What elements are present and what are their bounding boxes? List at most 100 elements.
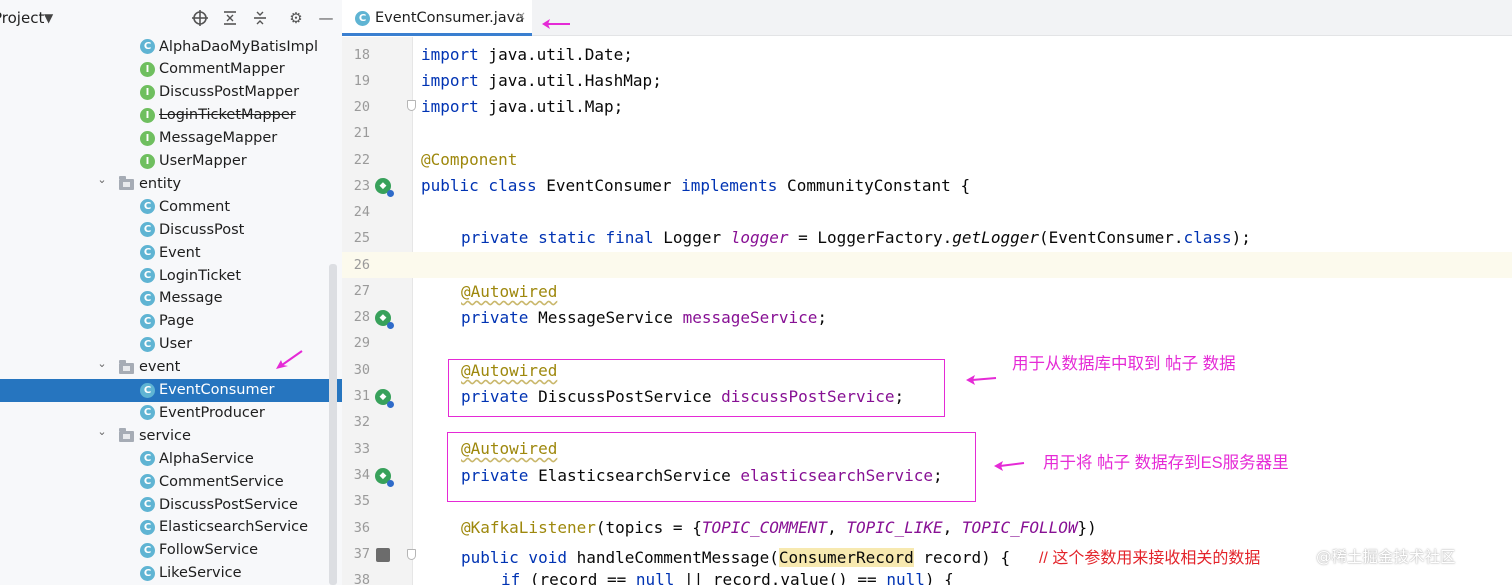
tree-item-row[interactable]: C DiscussPostService — [0, 493, 342, 516]
class-icon: C — [140, 336, 155, 352]
interface-icon: I — [140, 107, 155, 123]
tree-item-row[interactable]: I CommentMapper — [0, 58, 342, 81]
tree-item-label: EventProducer — [159, 404, 265, 421]
tree-item-label: entity — [139, 175, 182, 192]
folder-icon — [119, 428, 134, 443]
tree-item-row[interactable]: C ElasticsearchService — [0, 516, 342, 539]
line-number: 37 — [353, 546, 370, 562]
code-line-25: private static final Logger logger = Log… — [461, 228, 1251, 247]
chevron-down-icon[interactable]: ⌄ — [96, 357, 108, 370]
code-line-36: @KafkaListener(topics = {TOPIC_COMMENT, … — [461, 518, 1097, 537]
line-number: 20 — [353, 99, 370, 115]
interface-icon: I — [140, 61, 155, 77]
bean-gutter-icon[interactable]: ◆ — [375, 310, 394, 329]
tree-item-row[interactable]: C Message — [0, 287, 342, 310]
line-number: 33 — [353, 441, 370, 457]
tree-item-label: EventConsumer — [159, 382, 275, 398]
line-number: 34 — [353, 467, 370, 483]
editor-tab-bar: C EventConsumer.java × — [342, 0, 1512, 36]
minimize-icon[interactable]: — — [317, 9, 335, 27]
tree-item-row[interactable]: C AlphaDaoMyBatisImpl — [0, 35, 342, 58]
class-icon: C — [140, 542, 155, 558]
tree-item-row[interactable]: C Event — [0, 241, 342, 264]
tree-package-row[interactable]: ⌄ entity — [0, 172, 342, 195]
tab-arrow-annotation — [542, 19, 570, 29]
tree-package-row[interactable]: ⌄ service — [0, 424, 342, 447]
annotation-box-discuss — [448, 359, 945, 417]
tab-event-consumer[interactable]: C EventConsumer.java × — [342, 0, 532, 36]
line-number: 36 — [353, 520, 370, 536]
class-icon: C — [140, 519, 155, 535]
chevron-down-icon[interactable]: ▼ — [44, 11, 53, 25]
tree-item-label: Page — [159, 313, 195, 330]
project-panel: Project ▼ ⚙ — CAlphaDaoMyBatisImplIComme… — [0, 0, 342, 585]
tree-item-label: LikeService — [159, 565, 242, 582]
expand-all-icon[interactable] — [221, 9, 239, 27]
listener-gutter-icon[interactable] — [376, 548, 390, 562]
code-line-23: public class EventConsumer implements Co… — [421, 176, 971, 195]
tree-item-row[interactable]: I LoginTicketMapper — [0, 104, 342, 127]
tree-item-label: Event — [159, 244, 201, 261]
close-icon[interactable]: × — [516, 9, 526, 23]
line-number: 19 — [353, 73, 370, 89]
tree-item-label: CommentMapper — [159, 61, 285, 78]
tree-item-row[interactable]: C LikeService — [0, 562, 342, 585]
line-number: 27 — [353, 283, 370, 299]
gear-icon[interactable]: ⚙ — [287, 9, 305, 27]
line-number: 38 — [353, 572, 370, 585]
tree-item-row[interactable]: C EventConsumer — [0, 378, 342, 402]
tree-item-row[interactable]: C CommentService — [0, 470, 342, 493]
class-icon: C — [140, 39, 155, 54]
tree-item-row[interactable]: I DiscussPostMapper — [0, 81, 342, 104]
project-panel-title[interactable]: Project — [0, 9, 44, 27]
line-number: 21 — [353, 125, 370, 141]
bean-gutter-icon[interactable]: ◆ — [375, 389, 394, 408]
class-icon: C — [140, 245, 155, 261]
tree-item-row[interactable]: C Comment — [0, 195, 342, 218]
tree-item-label: CommentService — [159, 473, 284, 490]
class-icon: C — [140, 222, 155, 238]
code-line-18: import java.util.Date; — [421, 45, 633, 64]
interface-icon: I — [140, 153, 155, 169]
code-line-19: import java.util.HashMap; — [421, 71, 662, 90]
tree-item-row[interactable]: C LoginTicket — [0, 264, 342, 287]
line-number: 31 — [353, 388, 370, 404]
folder-icon — [119, 176, 134, 191]
tree-item-row[interactable]: C Page — [0, 310, 342, 333]
class-icon: C — [140, 451, 155, 467]
tree-item-row[interactable]: C AlphaService — [0, 447, 342, 470]
tree-item-row[interactable]: C DiscussPost — [0, 218, 342, 241]
fold-icon[interactable] — [407, 100, 416, 111]
tree-item-row[interactable]: C EventProducer — [0, 401, 342, 424]
class-icon: C — [140, 405, 155, 421]
tree-item-label: DiscussPostMapper — [159, 84, 300, 101]
line-number: 22 — [353, 152, 370, 168]
tree-item-label: service — [139, 427, 191, 444]
target-icon[interactable] — [191, 9, 209, 27]
implementation-gutter-icon[interactable]: ◆ — [375, 178, 394, 197]
watermark: @稀土掘金技术社区 — [1316, 548, 1456, 566]
code-line-28: private MessageService messageService; — [461, 308, 828, 327]
collapse-all-icon[interactable] — [251, 9, 269, 27]
annotation-note-discuss: 用于从数据库中取到 帖子 数据 — [1012, 355, 1236, 373]
annotation-note-elasticsearch: 用于将 帖子 数据存到ES服务器里 — [1043, 454, 1289, 472]
tree-item-label: AlphaDaoMyBatisImpl — [159, 38, 318, 55]
tree-item-label: FollowService — [159, 542, 259, 559]
project-scrollbar[interactable] — [329, 264, 337, 585]
tree-item-label: ElasticsearchService — [159, 519, 309, 536]
fold-icon[interactable] — [407, 549, 416, 560]
chevron-down-icon[interactable]: ⌄ — [96, 173, 108, 186]
bean-gutter-icon[interactable]: ◆ — [375, 468, 394, 487]
interface-icon: I — [140, 84, 155, 100]
tree-item-label: LoginTicketMapper — [159, 107, 296, 124]
code-comment: // 这个参数用来接收相关的数据 — [1038, 550, 1261, 567]
annotation-arrow — [966, 375, 997, 385]
tree-item-label: UserMapper — [159, 153, 247, 169]
chevron-down-icon[interactable]: ⌄ — [96, 425, 108, 438]
tree-item-row[interactable]: C FollowService — [0, 539, 342, 562]
line-number: 28 — [353, 309, 370, 325]
project-panel-header: Project ▼ ⚙ — — [0, 0, 342, 36]
tree-item-row[interactable]: I UserMapper — [0, 150, 342, 173]
tree-arrow-annotation — [276, 350, 303, 369]
tree-item-row[interactable]: I MessageMapper — [0, 127, 342, 150]
